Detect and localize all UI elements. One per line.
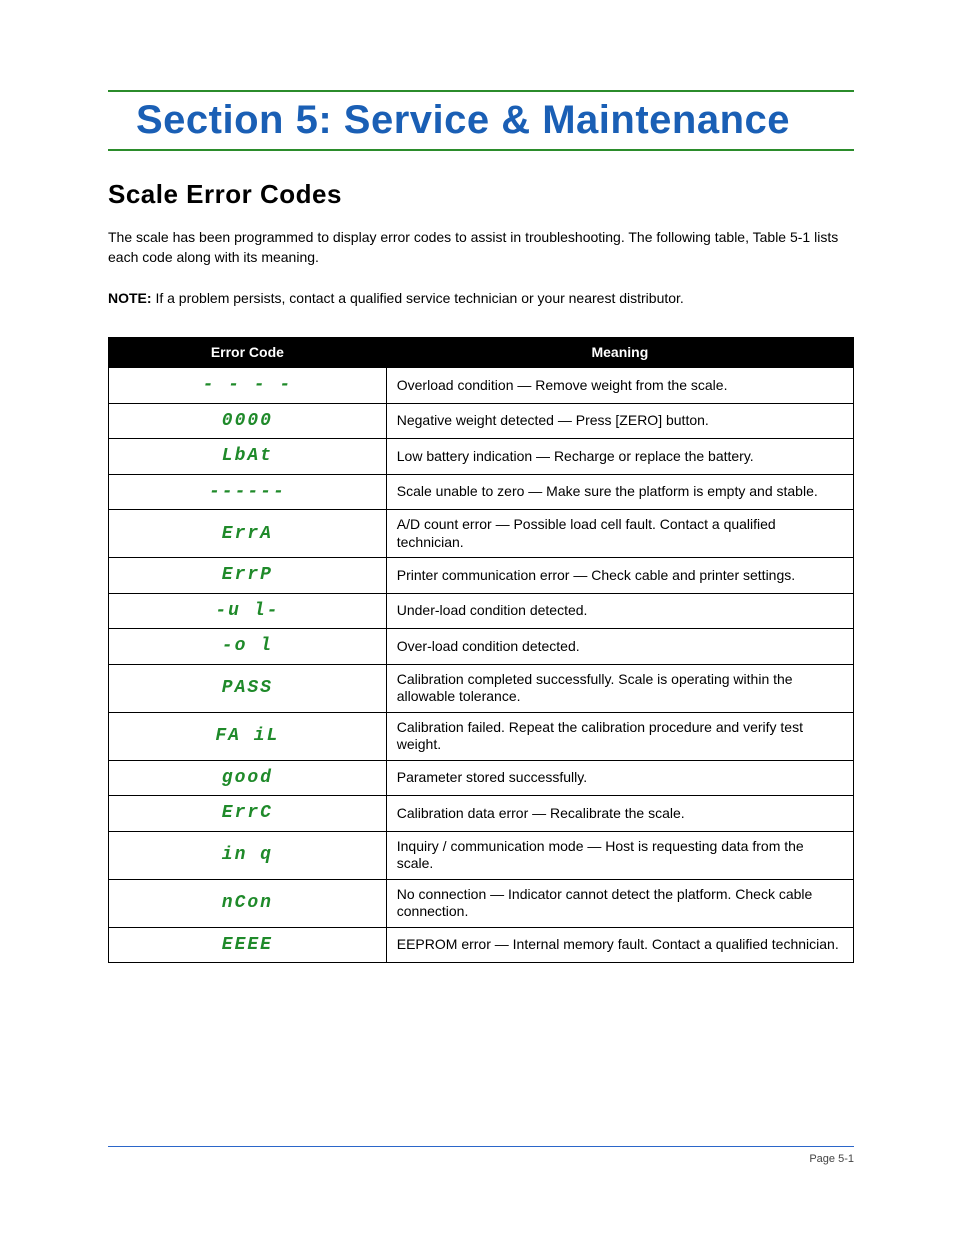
meaning-cell: Over-load condition detected. [386,629,853,665]
table-row: - - - - Overload condition — Remove weig… [109,368,854,404]
code-display: - - - - [203,375,293,395]
th-error-code: Error Code [109,337,387,368]
code-display: EEEE [222,935,273,955]
code-display: good [222,768,273,788]
code-display: -o l [222,636,273,656]
code-display: in q [222,845,273,865]
table-row: LbAt Low battery indication — Recharge o… [109,439,854,475]
code-display: ErrC [222,803,273,823]
table-row: ErrP Printer communication error — Check… [109,558,854,594]
meaning-cell: Scale unable to zero — Make sure the pla… [386,474,853,510]
table-header-row: Error Code Meaning [109,337,854,368]
table-row: ------ Scale unable to zero — Make sure … [109,474,854,510]
code-display: FA iL [215,726,279,746]
page-footer: Page 5-1 [108,1146,854,1165]
error-codes-table: Error Code Meaning - - - - Overload cond… [108,337,854,964]
section-title: Section 5: Service & Maintenance [136,98,854,143]
note-text: If a problem persists, contact a qualifi… [152,290,684,306]
meaning-cell: No connection — Indicator cannot detect … [386,879,853,927]
meaning-cell: Inquiry / communication mode — Host is r… [386,831,853,879]
meaning-cell: Calibration completed successfully. Scal… [386,664,853,712]
code-display: ErrP [222,565,273,585]
footer-rule [108,1146,854,1147]
page: Section 5: Service & Maintenance Scale E… [0,0,954,1235]
footer-right: Page 5-1 [809,1153,854,1165]
meaning-cell: Negative weight detected — Press [ZERO] … [386,403,853,439]
table-row: PASS Calibration completed successfully.… [109,664,854,712]
meaning-cell: EEPROM error — Internal memory fault. Co… [386,927,853,963]
th-meaning: Meaning [386,337,853,368]
table-row: -u l- Under-load condition detected. [109,593,854,629]
table-row: in q Inquiry / communication mode — Host… [109,831,854,879]
table-row: EEEE EEPROM error — Internal memory faul… [109,927,854,963]
code-display: PASS [222,678,273,698]
code-display: -u l- [215,601,279,621]
table-row: 0000 Negative weight detected — Press [Z… [109,403,854,439]
meaning-cell: Overload condition — Remove weight from … [386,368,853,404]
code-display: nCon [222,893,273,913]
meaning-cell: Calibration data error — Recalibrate the… [386,796,853,832]
table-row: good Parameter stored successfully. [109,760,854,796]
note-label: NOTE: [108,290,152,306]
intro-paragraph: The scale has been programmed to display… [108,228,854,267]
section-rule-top [108,90,854,92]
meaning-cell: Printer communication error — Check cabl… [386,558,853,594]
subsection-title: Scale Error Codes [108,179,854,210]
meaning-cell: A/D count error — Possible load cell fau… [386,510,853,558]
table-row: -o l Over-load condition detected. [109,629,854,665]
table-row: ErrC Calibration data error — Recalibrat… [109,796,854,832]
meaning-cell: Parameter stored successfully. [386,760,853,796]
table-row: ErrA A/D count error — Possible load cel… [109,510,854,558]
table-row: nCon No connection — Indicator cannot de… [109,879,854,927]
meaning-cell: Calibration failed. Repeat the calibrati… [386,712,853,760]
meaning-cell: Under-load condition detected. [386,593,853,629]
code-display: ------ [209,482,286,502]
table-row: FA iL Calibration failed. Repeat the cal… [109,712,854,760]
meaning-cell: Low battery indication — Recharge or rep… [386,439,853,475]
code-display: ErrA [222,524,273,544]
note-paragraph: NOTE: If a problem persists, contact a q… [108,289,854,309]
code-display: LbAt [222,446,273,466]
section-rule-bottom [108,149,854,151]
code-display: 0000 [222,411,273,431]
